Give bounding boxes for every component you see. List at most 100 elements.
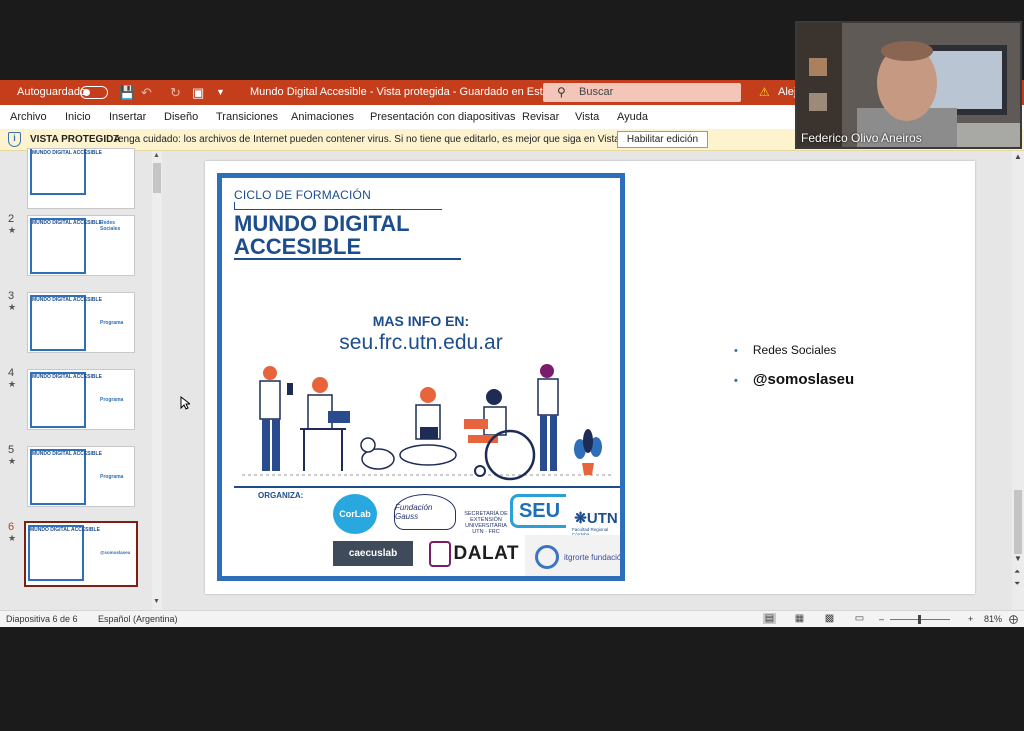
save-icon[interactable]: 💾	[119, 80, 135, 105]
status-bar: Diapositiva 6 de 6 Español (Argentina) ▤…	[0, 610, 1024, 627]
itgrorte-mark-icon	[535, 545, 559, 569]
poster-org-divider	[234, 486, 620, 488]
zoom-in-icon[interactable]: +	[968, 611, 973, 627]
thumbnail-scrollbar[interactable]: ▲ ▼	[152, 151, 162, 610]
scroll-up-arrow-icon[interactable]: ▲	[153, 152, 160, 159]
transition-star-icon: ★	[8, 302, 17, 312]
slide-thumbnail-2[interactable]: MUNDO DIGITAL ACCESIBLE Redes Sociales	[27, 215, 135, 276]
scrollbar-thumb[interactable]	[1014, 490, 1022, 554]
zoom-level[interactable]: 81%	[984, 611, 1002, 627]
thumbnail-title: MUNDO DIGITAL ACCESIBLE	[32, 297, 102, 303]
tab-ayuda[interactable]: Ayuda	[617, 105, 648, 129]
tab-archivo[interactable]: Archivo	[10, 105, 47, 129]
transition-star-icon: ★	[8, 225, 17, 235]
previous-slide-icon[interactable]: ⏶	[1014, 567, 1020, 577]
slide-thumbnail-5[interactable]: MUNDO DIGITAL ACCESIBLE Programa	[27, 446, 135, 507]
thumbnail-poster	[30, 295, 86, 351]
warning-icon[interactable]: ⚠	[759, 80, 770, 105]
zoom-out-icon[interactable]: –	[879, 611, 884, 627]
scroll-down-arrow-icon[interactable]: ▼	[1014, 554, 1022, 563]
thumbnail-title: MUNDO DIGITAL ACCESIBLE	[30, 527, 100, 533]
bullet-text: @somoslaseu	[752, 371, 855, 388]
customize-qat-icon[interactable]: ▼	[216, 80, 225, 105]
document-title: Mundo Digital Accesible - Vista protegid…	[250, 86, 568, 98]
scrollbar-thumb[interactable]	[153, 163, 161, 193]
thumbnail-poster	[30, 449, 86, 505]
poster-title-line2: ACCESIBLE	[234, 234, 362, 259]
thumbnail-right-text: Programa	[100, 397, 124, 403]
protected-view-message: Tenga cuidado: los archivos de Internet …	[113, 134, 668, 145]
thumbnail-title: MUNDO DIGITAL ACCESIBLE	[32, 374, 102, 380]
slide-number-4: 4	[8, 367, 15, 379]
bullet-item: • Redes Sociales	[734, 343, 836, 357]
thumbnail-right-text: @somoslaseu	[100, 550, 131, 555]
poster-bracket	[234, 202, 442, 210]
enable-editing-button[interactable]: Habilitar edición	[617, 131, 708, 148]
search-placeholder: Buscar	[579, 86, 614, 98]
slide-thumbnail-6[interactable]: MUNDO DIGITAL ACCESIBLE @somoslaseu	[24, 521, 138, 587]
scroll-down-arrow-icon[interactable]: ▼	[153, 598, 160, 605]
thumbnail-poster	[30, 372, 86, 428]
next-slide-icon[interactable]: ⏷	[1014, 579, 1020, 589]
slide-thumbnail-panel: MUNDO DIGITAL ACCESIBLE 2 ★ MUNDO DIGITA…	[0, 148, 166, 610]
participant-name: Federico Olivo Aneiros	[801, 131, 922, 145]
bullet-text: Redes Sociales	[752, 343, 837, 357]
normal-view-icon[interactable]: ▤	[763, 613, 776, 624]
corlab-logo: CorLab	[333, 494, 377, 534]
present-icon[interactable]: ▣	[192, 80, 204, 105]
bullet-icon: •	[734, 345, 738, 357]
poster-divider	[234, 258, 461, 260]
slideshow-view-icon[interactable]: ▭	[853, 613, 866, 624]
account-name[interactable]: Alej	[778, 80, 796, 105]
undo-icon[interactable]: ↶	[141, 80, 152, 105]
thumbnail-poster	[30, 218, 86, 274]
transition-star-icon: ★	[8, 533, 17, 543]
thumbnail-right-text: Programa	[100, 474, 124, 480]
mouse-pointer-icon	[180, 396, 190, 410]
tab-transiciones[interactable]: Transiciones	[216, 105, 278, 129]
thumbnail-right-text: Redes Sociales	[100, 220, 121, 232]
tab-insertar[interactable]: Insertar	[109, 105, 146, 129]
gauss-logo: Fundación Gauss	[394, 494, 456, 530]
autosave-label: Autoguardado	[17, 86, 87, 98]
tab-vista[interactable]: Vista	[575, 105, 599, 129]
autosave-toggle[interactable]	[80, 86, 108, 99]
reading-view-icon[interactable]: ▩	[823, 613, 836, 624]
slide-thumbnail-4[interactable]: MUNDO DIGITAL ACCESIBLE Programa	[27, 369, 135, 430]
thumbnail-title: MUNDO DIGITAL ACCESIBLE	[32, 220, 102, 226]
poster-title-line1: MUNDO DIGITAL	[234, 211, 410, 236]
tab-revisar[interactable]: Revisar	[522, 105, 559, 129]
redo-icon[interactable]: ↻	[170, 80, 181, 105]
search-box[interactable]: ⚲ Buscar	[543, 83, 741, 102]
itgrorte-text: itgrorte fundación	[564, 552, 625, 562]
zoom-slider-knob[interactable]	[918, 615, 921, 624]
bullet-icon: •	[734, 375, 738, 387]
slide-sorter-icon[interactable]: ▦	[793, 613, 806, 624]
slide-number-2: 2	[8, 213, 15, 225]
poster-cycle-text: CICLO DE FORMACIÓN	[234, 188, 371, 202]
itgrorte-logo: itgrorte fundación	[525, 535, 625, 576]
slide-number-6: 6	[8, 521, 15, 533]
bullet-item: • @somoslaseu	[734, 371, 854, 388]
tab-animaciones[interactable]: Animaciones	[291, 105, 354, 129]
dalat-text: DALAT	[453, 543, 519, 564]
transition-star-icon: ★	[8, 379, 17, 389]
video-participant-tile[interactable]: Federico Olivo Aneiros	[795, 21, 1022, 149]
shield-icon: i	[8, 132, 21, 147]
slide-scrollbar[interactable]: ▲ ▼ ⏶ ⏷	[1012, 151, 1024, 610]
utn-logo: ❋ UTN	[568, 508, 620, 528]
slide-counter: Diapositiva 6 de 6	[6, 614, 78, 624]
utn-star-icon: ❋	[574, 510, 587, 527]
tab-diseno[interactable]: Diseño	[164, 105, 198, 129]
fit-to-window-icon[interactable]: ⨁	[1009, 611, 1018, 627]
seu-logo: SEU	[510, 494, 566, 528]
language-indicator[interactable]: Español (Argentina)	[98, 611, 178, 627]
thumbnail-poster	[28, 525, 84, 581]
poster-info-label: MAS INFO EN:	[372, 313, 470, 329]
tab-presentacion[interactable]: Presentación con diapositivas	[370, 105, 516, 129]
scroll-up-arrow-icon[interactable]: ▲	[1014, 152, 1022, 161]
slide-thumbnail-1[interactable]: MUNDO DIGITAL ACCESIBLE	[27, 148, 135, 209]
tab-inicio[interactable]: Inicio	[65, 105, 91, 129]
slide-thumbnail-3[interactable]: MUNDO DIGITAL ACCESIBLE Programa	[27, 292, 135, 353]
poster-url: seu.frc.utn.edu.ar	[339, 331, 503, 354]
